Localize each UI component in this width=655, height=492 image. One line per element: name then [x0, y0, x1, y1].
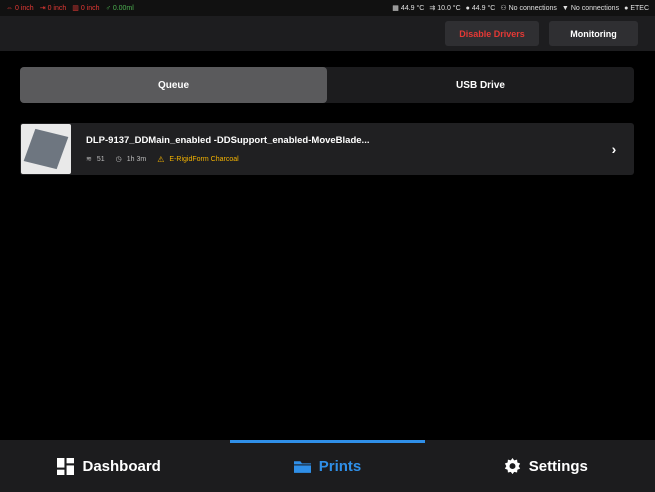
print-duration: 1h 3m	[126, 155, 147, 163]
axis-z-icon: ⇔	[6, 4, 13, 12]
resin-icon: ♂	[105, 4, 111, 12]
monitoring-button[interactable]: Monitoring	[549, 21, 638, 46]
x-axis-readout: ⇥ 0 inch	[39, 4, 67, 13]
nav-prints[interactable]: Prints	[218, 440, 436, 492]
wifi-status: ▼ No connections	[561, 4, 620, 12]
chevron-right-icon[interactable]: ›	[594, 141, 634, 157]
circle-icon: ●	[624, 4, 629, 12]
gear-icon	[504, 457, 520, 474]
clock-icon: ◷	[115, 156, 122, 163]
fan-temp-icon: ⇉	[429, 5, 436, 12]
file-name: DLP-9137_DDMain_enabled -DDSupport_enabl…	[86, 134, 370, 146]
axis-x-icon: ⇥	[39, 5, 46, 12]
file-meta: ≋ 51 ◷ 1h 3m ⚠ E-RigidForm Charcoal	[86, 155, 594, 164]
nav-dashboard[interactable]: Dashboard	[0, 440, 218, 492]
folder-icon	[293, 460, 311, 473]
resin-readout: ♂ 0.00ml	[105, 4, 134, 12]
header-bar: Disable Drivers Monitoring	[0, 16, 655, 51]
nav-settings[interactable]: Settings	[437, 440, 655, 492]
print-file-card[interactable]: DLP-9137_DDMain_enabled -DDSupport_enabl…	[20, 123, 634, 175]
network-icon: ⚇	[500, 5, 507, 12]
nav-settings-label: Settings	[528, 457, 588, 475]
drop-icon: ●	[465, 4, 470, 12]
file-details: DLP-9137_DDMain_enabled -DDSupport_enabl…	[86, 135, 594, 164]
bottom-nav: Dashboard Prints Settings	[0, 440, 655, 492]
axis-y-icon: ▥	[72, 5, 79, 12]
nav-prints-label: Prints	[318, 457, 362, 475]
tab-queue[interactable]: Queue	[20, 67, 327, 103]
thermometer-icon: ▦	[392, 5, 399, 12]
z-axis-readout: ⇔ 0 inch	[6, 4, 34, 12]
dashboard-icon	[57, 457, 75, 475]
part-preview	[23, 128, 69, 170]
status-bar-right: ▦ 44.9 °C ⇉ 10.0 °C ● 44.9 °C ⚇ No connectio…	[392, 4, 655, 13]
status-bar-left: ⇔ 0 inch ⇥ 0 inch ▥ 0 inch ♂ 0.00ml	[0, 4, 134, 13]
file-thumbnail	[21, 124, 71, 174]
temp-readout-3: ● 44.9 °C	[465, 4, 496, 12]
disable-drivers-button[interactable]: Disable Drivers	[445, 21, 539, 46]
tab-usb-drive[interactable]: USB Drive	[327, 67, 634, 103]
material-name: E-RigidForm Charcoal	[169, 155, 239, 163]
active-tab-indicator	[230, 440, 425, 443]
layer-count: 51	[96, 155, 105, 163]
warning-icon: ⚠	[157, 154, 165, 164]
status-bar: ⇔ 0 inch ⇥ 0 inch ▥ 0 inch ♂ 0.00ml ▦ 44.9 °C…	[0, 0, 655, 16]
y-axis-readout: ▥ 0 inch	[72, 4, 100, 13]
temp-readout-1: ▦ 44.9 °C	[392, 4, 425, 13]
network-status: ⚇ No connections	[500, 4, 557, 13]
layers-icon: ≋	[86, 156, 92, 163]
temp-readout-2: ⇉ 10.0 °C	[429, 4, 461, 13]
nav-dashboard-label: Dashboard	[82, 457, 161, 475]
wifi-icon: ▼	[561, 4, 569, 12]
printer-name: ● ETEC	[624, 4, 649, 12]
source-tabs: Queue USB Drive	[20, 67, 634, 103]
